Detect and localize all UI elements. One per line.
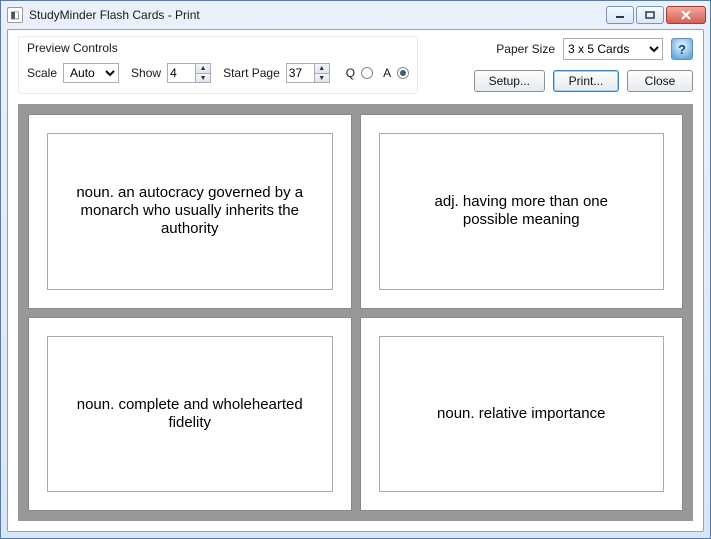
show-label: Show xyxy=(131,66,161,80)
controls-row: Preview Controls Scale Auto Show ▲ ▼ xyxy=(8,30,703,104)
cards-grid: noun. an autocracy governed by a monarch… xyxy=(28,114,683,511)
maximize-button[interactable] xyxy=(636,6,664,24)
card-content: adj. having more than one possible meani… xyxy=(379,133,665,290)
close-button[interactable]: Close xyxy=(627,70,693,92)
preview-controls-group: Preview Controls Scale Auto Show ▲ ▼ xyxy=(18,36,418,94)
titlebar: ◧ StudyMinder Flash Cards - Print xyxy=(1,1,710,29)
preview-area: noun. an autocracy governed by a monarch… xyxy=(18,104,693,521)
paper-size-label: Paper Size xyxy=(496,42,555,56)
card-content: noun. an autocracy governed by a monarch… xyxy=(47,133,333,290)
startpage-spinner[interactable]: ▲ ▼ xyxy=(286,63,330,83)
card-content: noun. relative importance xyxy=(379,336,665,493)
startpage-spin-down[interactable]: ▼ xyxy=(315,73,329,82)
startpage-spin-up[interactable]: ▲ xyxy=(315,64,329,73)
scale-select[interactable]: Auto xyxy=(63,63,119,83)
client-area: Preview Controls Scale Auto Show ▲ ▼ xyxy=(7,29,704,532)
minimize-button[interactable] xyxy=(606,6,634,24)
startpage-label: Start Page xyxy=(223,66,280,80)
scale-label: Scale xyxy=(27,66,57,80)
card-page: noun. complete and wholehearted fidelity xyxy=(28,317,352,512)
q-label: Q xyxy=(346,66,355,80)
card-page: noun. relative importance xyxy=(360,317,684,512)
right-controls: Paper Size 3 x 5 Cards ? Setup... Print.… xyxy=(474,36,693,92)
setup-button[interactable]: Setup... xyxy=(474,70,545,92)
maximize-icon xyxy=(645,11,655,19)
a-radio[interactable] xyxy=(397,67,409,79)
startpage-input[interactable] xyxy=(286,63,314,83)
a-label: A xyxy=(383,66,391,80)
print-button[interactable]: Print... xyxy=(553,70,619,92)
card-content: noun. complete and wholehearted fidelity xyxy=(47,336,333,493)
minimize-icon xyxy=(615,11,625,19)
paper-size-select[interactable]: 3 x 5 Cards xyxy=(563,38,663,60)
show-spin-up[interactable]: ▲ xyxy=(196,64,210,73)
help-button[interactable]: ? xyxy=(671,38,693,60)
show-spinner[interactable]: ▲ ▼ xyxy=(167,63,211,83)
help-icon: ? xyxy=(678,42,686,57)
show-input[interactable] xyxy=(167,63,195,83)
card-page: adj. having more than one possible meani… xyxy=(360,114,684,309)
app-window: ◧ StudyMinder Flash Cards - Print Previe… xyxy=(0,0,711,539)
window-title: StudyMinder Flash Cards - Print xyxy=(29,8,200,22)
close-icon xyxy=(680,10,692,20)
preview-controls-title: Preview Controls xyxy=(27,41,409,55)
app-icon: ◧ xyxy=(7,7,23,23)
window-close-button[interactable] xyxy=(666,6,706,24)
show-spin-down[interactable]: ▼ xyxy=(196,73,210,82)
q-radio[interactable] xyxy=(361,67,373,79)
card-page: noun. an autocracy governed by a monarch… xyxy=(28,114,352,309)
